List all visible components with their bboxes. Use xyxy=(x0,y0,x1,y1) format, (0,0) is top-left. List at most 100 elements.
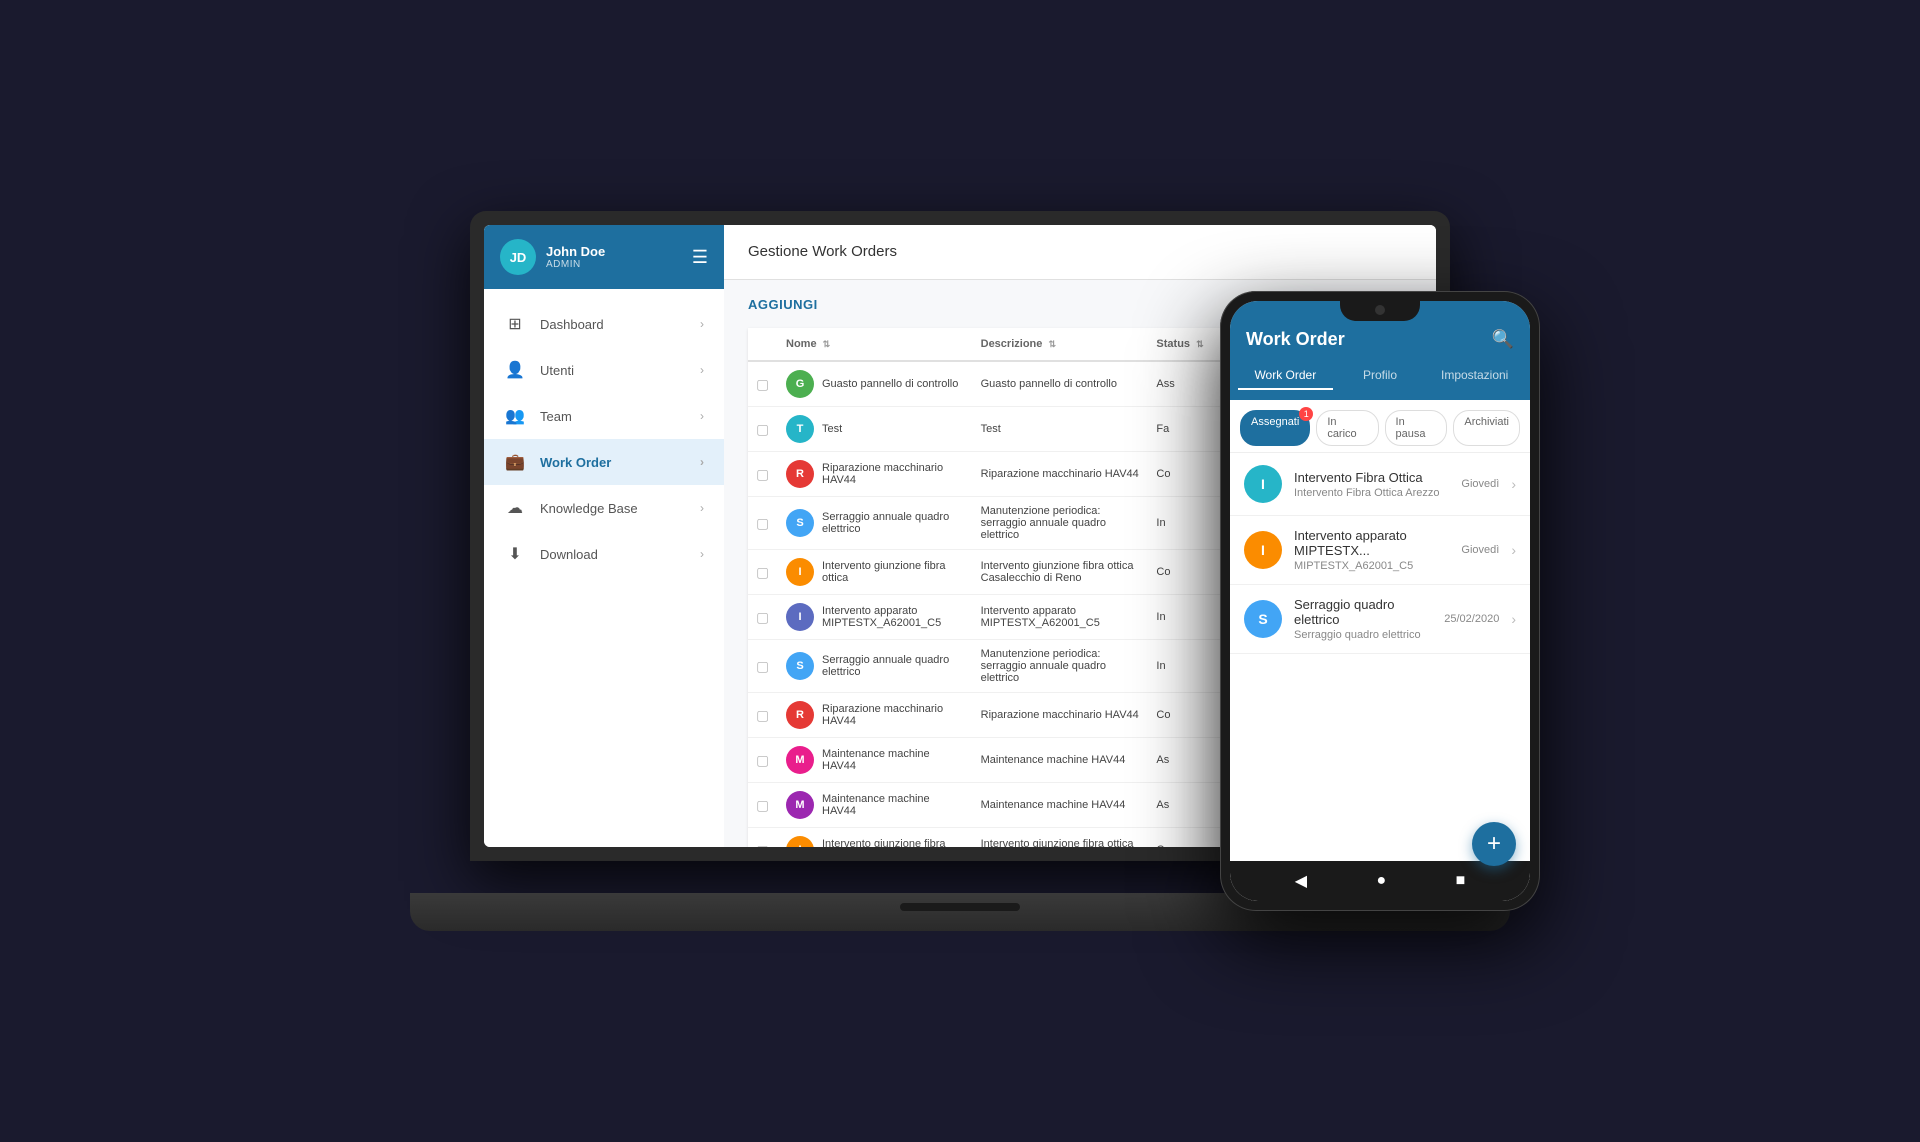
row-desc: Intervento giunzione fibra ottica Casale… xyxy=(973,828,1149,848)
checkbox-icon: ▢ xyxy=(756,466,769,482)
row-name: G Guasto pannello di controllo xyxy=(778,361,973,407)
row-checkbox: ▢ xyxy=(748,828,778,848)
row-avatar: I xyxy=(786,603,814,631)
phone-item-content: Intervento Fibra Ottica Intervento Fibra… xyxy=(1294,470,1449,499)
phone-list-item[interactable]: S Serraggio quadro elettrico Serraggio q… xyxy=(1230,585,1530,654)
dashboard-icon: ⊞ xyxy=(504,313,526,335)
phone-tabs: Work Order Profilo Impostazioni xyxy=(1230,362,1530,400)
row-checkbox: ▢ xyxy=(748,640,778,693)
phone-status-tabs: Assegnati 1 In carico In pausa Archiviat… xyxy=(1230,400,1530,453)
cloud-icon: ☁ xyxy=(504,497,526,519)
status-tab-archiviati[interactable]: Archiviati xyxy=(1453,410,1520,446)
row-desc: Intervento apparato MIPTESTX_A62001_C5 xyxy=(973,595,1149,640)
workorder-icon: 💼 xyxy=(504,451,526,473)
checkbox-icon: ▢ xyxy=(756,752,769,768)
phone-tab-profilo[interactable]: Profilo xyxy=(1333,362,1428,390)
sidebar-item-team[interactable]: 👥 Team › xyxy=(484,393,724,439)
row-name: T Test xyxy=(778,407,973,452)
row-name: R Riparazione macchinario HAV44 xyxy=(778,693,973,738)
phone-item-content: Serraggio quadro elettrico Serraggio qua… xyxy=(1294,597,1432,641)
row-name: I Intervento giunzione fibra ottica xyxy=(778,550,973,595)
chevron-icon: › xyxy=(700,501,704,515)
phone-item-title: Intervento Fibra Ottica xyxy=(1294,470,1449,485)
row-avatar: I xyxy=(786,836,814,847)
status-tab-inpausa[interactable]: In pausa xyxy=(1385,410,1448,446)
phone-camera xyxy=(1375,305,1385,315)
row-status: Co xyxy=(1148,550,1211,595)
sidebar-label-utenti: Utenti xyxy=(540,363,700,378)
phone-list-item[interactable]: I Intervento Fibra Ottica Intervento Fib… xyxy=(1230,453,1530,516)
user-role: ADMIN xyxy=(546,259,692,270)
sort-icon: ⇅ xyxy=(823,339,831,349)
row-checkbox: ▢ xyxy=(748,550,778,595)
phone-fab-button[interactable]: + xyxy=(1472,822,1516,866)
chevron-icon: › xyxy=(700,317,704,331)
row-desc: Test xyxy=(973,407,1149,452)
phone-item-date: Giovedì xyxy=(1461,478,1499,490)
sidebar-label-download: Download xyxy=(540,547,700,562)
sort-icon: ⇅ xyxy=(1048,339,1056,349)
sidebar-item-dashboard[interactable]: ⊞ Dashboard › xyxy=(484,301,724,347)
person-icon: 👤 xyxy=(504,359,526,381)
row-avatar: T xyxy=(786,415,814,443)
checkbox-icon: ▢ xyxy=(756,515,769,531)
sidebar-item-download[interactable]: ⬇ Download › xyxy=(484,531,724,577)
row-desc: Manutenzione periodica: serraggio annual… xyxy=(973,497,1149,550)
row-status: As xyxy=(1148,738,1211,783)
checkbox-icon: ▢ xyxy=(756,658,769,674)
sort-icon: ⇅ xyxy=(1196,339,1204,349)
chevron-icon: › xyxy=(700,547,704,561)
phone-item-content: Intervento apparato MIPTESTX... MIPTESTX… xyxy=(1294,528,1449,572)
phone-item-avatar: S xyxy=(1244,600,1282,638)
col-check xyxy=(748,328,778,361)
checkbox-icon: ▢ xyxy=(756,376,769,392)
sidebar-item-knowledge[interactable]: ☁ Knowledge Base › xyxy=(484,485,724,531)
row-desc: Guasto pannello di controllo xyxy=(973,361,1149,407)
add-button[interactable]: AGGIUNGI xyxy=(748,297,818,312)
row-name: I Intervento apparato MIPTESTX_A62001_C5 xyxy=(778,595,973,640)
chevron-right-icon: › xyxy=(1511,542,1516,558)
checkbox-icon: ▢ xyxy=(756,842,769,848)
checkbox-icon: ▢ xyxy=(756,609,769,625)
phone-recent-button[interactable]: ■ xyxy=(1456,872,1466,890)
row-status: In xyxy=(1148,595,1211,640)
hamburger-icon[interactable]: ☰ xyxy=(692,247,708,268)
checkbox-icon: ▢ xyxy=(756,797,769,813)
phone-list: I Intervento Fibra Ottica Intervento Fib… xyxy=(1230,453,1530,861)
status-tab-assegnati[interactable]: Assegnati 1 xyxy=(1240,410,1310,446)
phone-list-item[interactable]: I Intervento apparato MIPTESTX... MIPTES… xyxy=(1230,516,1530,585)
checkbox-icon: ▢ xyxy=(756,707,769,723)
row-avatar: G xyxy=(786,370,814,398)
row-checkbox: ▢ xyxy=(748,693,778,738)
team-icon: 👥 xyxy=(504,405,526,427)
phone-back-button[interactable]: ◀ xyxy=(1295,871,1307,891)
row-desc: Riparazione macchinario HAV44 xyxy=(973,452,1149,497)
phone-item-date: Giovedì xyxy=(1461,544,1499,556)
row-avatar: R xyxy=(786,701,814,729)
row-name: I Intervento giunzione fibra ottica xyxy=(778,828,973,848)
row-checkbox: ▢ xyxy=(748,595,778,640)
status-tab-incarico[interactable]: In carico xyxy=(1316,410,1378,446)
row-checkbox: ▢ xyxy=(748,407,778,452)
sidebar-item-utenti[interactable]: 👤 Utenti › xyxy=(484,347,724,393)
row-avatar: M xyxy=(786,746,814,774)
phone-search-icon[interactable]: 🔍 xyxy=(1492,329,1514,350)
row-status: In xyxy=(1148,497,1211,550)
checkbox-icon: ▢ xyxy=(756,421,769,437)
phone-item-title: Intervento apparato MIPTESTX... xyxy=(1294,528,1449,558)
badge: 1 xyxy=(1299,407,1313,421)
sidebar-label-team: Team xyxy=(540,409,700,424)
page-title: Gestione Work Orders xyxy=(748,243,897,260)
chevron-icon: › xyxy=(700,409,704,423)
row-desc: Maintenance machine HAV44 xyxy=(973,783,1149,828)
user-info: John Doe ADMIN xyxy=(546,244,692,270)
sidebar-item-workorder[interactable]: 💼 Work Order › xyxy=(484,439,724,485)
row-checkbox: ▢ xyxy=(748,738,778,783)
phone-tab-workorder[interactable]: Work Order xyxy=(1238,362,1333,390)
phone-tab-impostazioni[interactable]: Impostazioni xyxy=(1427,362,1522,390)
row-avatar: S xyxy=(786,509,814,537)
phone-item-avatar: I xyxy=(1244,531,1282,569)
row-status: Fa xyxy=(1148,407,1211,452)
phone-home-button[interactable]: ● xyxy=(1376,872,1386,890)
download-icon: ⬇ xyxy=(504,543,526,565)
